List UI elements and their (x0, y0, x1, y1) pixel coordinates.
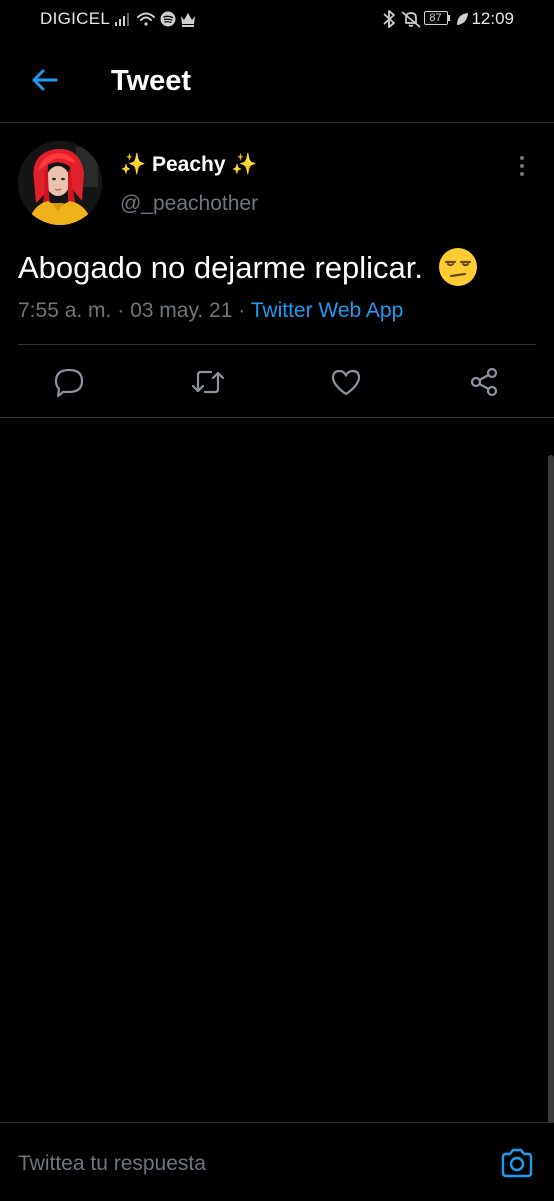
camera-icon (501, 1148, 533, 1178)
reply-input[interactable] (18, 1147, 478, 1181)
heart-icon (331, 369, 361, 396)
top-app-bar: Tweet (0, 42, 554, 123)
status-bar: DIGICEL 87 12:09 (0, 0, 554, 38)
charging-leaf-icon (457, 13, 468, 25)
spotify-icon (160, 11, 176, 27)
speech-bubble-icon (54, 368, 84, 398)
tweet-actions (0, 345, 554, 418)
sparkle-emoji: ✨ (231, 153, 258, 176)
unamused-face-icon (438, 247, 477, 286)
battery-tip (448, 15, 450, 21)
tweet-source-link[interactable]: Twitter Web App (251, 299, 404, 322)
avatar-image (18, 141, 102, 225)
meta-separator: · (117, 299, 125, 322)
dot (520, 156, 524, 160)
arrow-left-icon (32, 69, 58, 91)
camera-button[interactable] (498, 1145, 536, 1181)
like-button[interactable] (329, 365, 363, 399)
bluetooth-icon (383, 10, 395, 28)
status-left-icons (115, 11, 195, 27)
reply-composer (0, 1122, 554, 1201)
share-icon (470, 367, 498, 397)
crown-icon (181, 13, 195, 27)
page-title: Tweet (111, 65, 192, 97)
meta-separator: · (238, 299, 246, 322)
author-name[interactable]: ✨ Peachy ✨ (120, 150, 258, 180)
tweet-meta: 7:55 a. m. · 03 may. 21 · Twitter Web Ap… (18, 296, 403, 326)
dot (520, 172, 524, 176)
muted-bell-icon (401, 11, 421, 28)
battery-icon: 87 (424, 11, 448, 25)
vertical-dots-icon[interactable] (512, 152, 532, 180)
clock: 12:09 (471, 9, 514, 28)
share-button[interactable] (467, 365, 501, 399)
sparkle-emoji: ✨ (120, 153, 147, 176)
tweet-time: 7:55 a. m. (18, 299, 112, 322)
tweet-date: 03 may. 21 (130, 299, 233, 322)
author-avatar[interactable] (18, 141, 102, 225)
retweet-button[interactable] (191, 365, 225, 399)
retweet-icon (191, 370, 225, 394)
wifi-icon (137, 12, 155, 26)
battery-level: 87 (429, 12, 442, 24)
carrier-name: DIGICEL (40, 9, 111, 28)
back-button[interactable] (24, 60, 64, 100)
author-display-name: Peachy (152, 153, 226, 176)
tweet-body: Abogado no dejarme replicar. (18, 250, 423, 285)
scrollbar[interactable] (548, 455, 554, 1125)
dot (520, 164, 524, 168)
reply-button[interactable] (52, 365, 86, 399)
signal-icon (115, 13, 129, 26)
author-handle[interactable]: @_peachother (120, 189, 258, 219)
tweet-text: Abogado no dejarme replicar. (18, 247, 478, 290)
